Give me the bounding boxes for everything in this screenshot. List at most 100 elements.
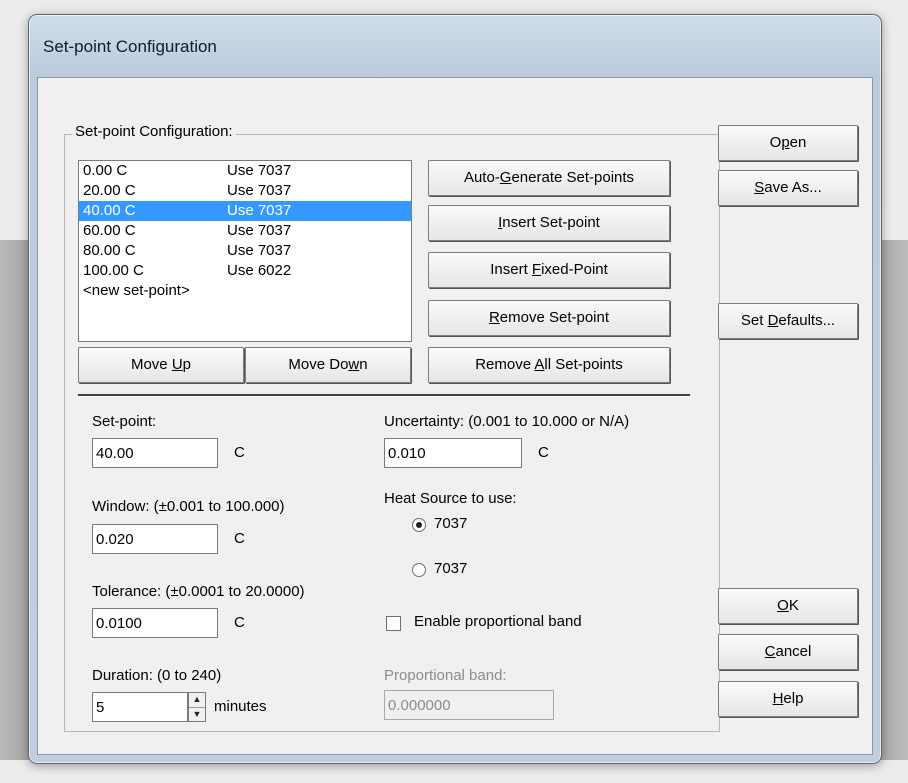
setpoint-list-item[interactable]: 80.00 C Use 7037 (79, 241, 411, 261)
button-label-part: ixed-Point (541, 261, 608, 278)
mnemonic-key: H (772, 690, 784, 707)
setpoint-list-item[interactable]: 100.00 C Use 6022 (79, 261, 411, 281)
setpoint-unit: C (234, 444, 245, 461)
tolerance-input[interactable] (92, 608, 218, 638)
duration-input[interactable] (92, 692, 188, 722)
setpoint-list-item[interactable]: <new set-point> (79, 281, 411, 301)
button-label-part: Move (130, 356, 172, 373)
background-window-left (0, 240, 30, 760)
setpoint-temperature: 0.00 C (83, 162, 128, 179)
setpoint-label: Set-point: (92, 413, 157, 430)
mnemonic-key: S (754, 179, 765, 196)
mnemonic-key: w (348, 356, 360, 373)
window-input[interactable] (92, 524, 218, 554)
spin-down-icon[interactable]: ▼ (189, 708, 205, 722)
proportional-band-label: Proportional band: (384, 667, 507, 684)
setpoint-temperature: 40.00 C (83, 202, 136, 219)
mnemonic-key: O (777, 597, 789, 614)
mnemonic-key: D (767, 312, 779, 329)
setpoint-source: Use 7037 (227, 242, 292, 259)
window-title: Set-point Configuration (43, 37, 217, 56)
button-label-part: emove Set-point (499, 309, 610, 326)
duration-unit: minutes (214, 698, 267, 715)
button-label-part: Insert (490, 261, 532, 278)
uncertainty-input[interactable] (384, 438, 522, 468)
uncertainty-label: Uncertainty: (0.001 to 10.000 or N/A) (384, 413, 630, 430)
button-label-part: ll Set-points (544, 356, 623, 373)
window-unit: C (234, 530, 245, 547)
duration-spinner[interactable]: ▲ ▼ (188, 692, 206, 722)
save-as-button[interactable]: Save As... (718, 170, 858, 206)
heat-source-option-1: 7037 (434, 515, 468, 532)
setpoint-source: Use 7037 (227, 182, 292, 199)
setpoint-temperature: 20.00 C (83, 182, 136, 199)
remove-all-setpoints-button[interactable]: Remove All Set-points (428, 347, 670, 383)
mnemonic-key: R (488, 309, 500, 326)
setpoint-source: Use 7037 (227, 222, 292, 239)
button-label-part: Auto- (463, 169, 500, 186)
duration-label: Duration: (0 to 240) (92, 667, 222, 684)
setpoint-list-item[interactable]: 40.00 C Use 7037 (79, 201, 411, 221)
mnemonic-key: U (171, 356, 183, 373)
heat-source-radio-1[interactable] (412, 518, 426, 532)
mnemonic-key: A (534, 356, 545, 373)
move-up-button[interactable]: Move Up (78, 347, 244, 383)
dialog-window: Set-point Configuration Set-point Config… (28, 14, 882, 764)
setpoint-source: Use 6022 (227, 262, 292, 279)
button-label-part: elp (783, 690, 804, 707)
setpoint-temperature: 80.00 C (83, 242, 136, 259)
button-label-part: ancel (775, 643, 812, 660)
auto-generate-button[interactable]: Auto-Generate Set-points (428, 160, 670, 196)
heat-source-label: Heat Source to use: (384, 490, 517, 507)
button-label-part: enerate Set-points (511, 169, 635, 186)
button-label-part: nsert Set-point (502, 214, 600, 231)
cancel-button[interactable]: Cancel (718, 634, 858, 670)
remove-setpoint-button[interactable]: Remove Set-point (428, 300, 670, 336)
ok-button[interactable]: OK (718, 588, 858, 624)
button-label-part: en (789, 134, 807, 151)
setpoint-temperature: <new set-point> (83, 282, 190, 299)
mnemonic-key: G (499, 169, 512, 186)
setpoint-list-item[interactable]: 0.00 C Use 7037 (79, 161, 411, 181)
heat-source-option-2: 7037 (434, 560, 468, 577)
mnemonic-key: C (764, 643, 776, 660)
enable-proportional-label: Enable proportional band (414, 613, 582, 630)
button-label-part: K (788, 597, 799, 614)
setpoint-listbox[interactable]: 0.00 C Use 7037 20.00 C Use 7037 40.00 C Use … (78, 160, 412, 342)
button-label-part: n (359, 356, 368, 373)
mnemonic-key: p (781, 134, 790, 151)
setpoint-list-item[interactable]: 20.00 C Use 7037 (79, 181, 411, 201)
setpoint-source: Use 7037 (227, 202, 292, 219)
setpoint-temperature: 60.00 C (83, 222, 136, 239)
window-label: Window: (±0.001 to 100.000) (92, 498, 285, 515)
move-down-button[interactable]: Move Down (245, 347, 411, 383)
tolerance-label: Tolerance: (±0.0001 to 20.0000) (92, 583, 305, 600)
setpoint-temperature: 100.00 C (83, 262, 144, 279)
button-label-part: p (182, 356, 192, 373)
proportional-band-input (384, 690, 554, 720)
button-label-part: O (769, 134, 782, 151)
spin-up-icon[interactable]: ▲ (189, 693, 205, 708)
setpoint-source: Use 7037 (227, 162, 292, 179)
groupbox-legend: Set-point Configuration: (72, 123, 236, 140)
open-button[interactable]: Open (718, 125, 858, 161)
setpoint-input[interactable] (92, 438, 218, 468)
background-window-right (878, 240, 908, 760)
section-divider (78, 394, 690, 397)
button-label-part: Set (740, 312, 768, 329)
insert-fixed-point-button[interactable]: Insert Fixed-Point (428, 252, 670, 288)
heat-source-radio-2[interactable] (412, 563, 426, 577)
set-defaults-button[interactable]: Set Defaults... (718, 303, 858, 339)
tolerance-unit: C (234, 614, 245, 631)
mnemonic-key: F (531, 261, 542, 278)
uncertainty-unit: C (538, 444, 549, 461)
button-label-part: ave As... (764, 179, 822, 196)
dialog-client-area: Set-point Configuration: 0.00 C Use 7037 2… (37, 77, 873, 755)
setpoint-list-item[interactable]: 60.00 C Use 7037 (79, 221, 411, 241)
button-label-part: Move Do (288, 356, 349, 373)
title-bar: Set-point Configuration (43, 37, 217, 61)
help-button[interactable]: Help (718, 681, 858, 717)
insert-setpoint-button[interactable]: Insert Set-point (428, 205, 670, 241)
enable-proportional-checkbox[interactable] (386, 616, 401, 631)
button-label-part: Remove (475, 356, 535, 373)
